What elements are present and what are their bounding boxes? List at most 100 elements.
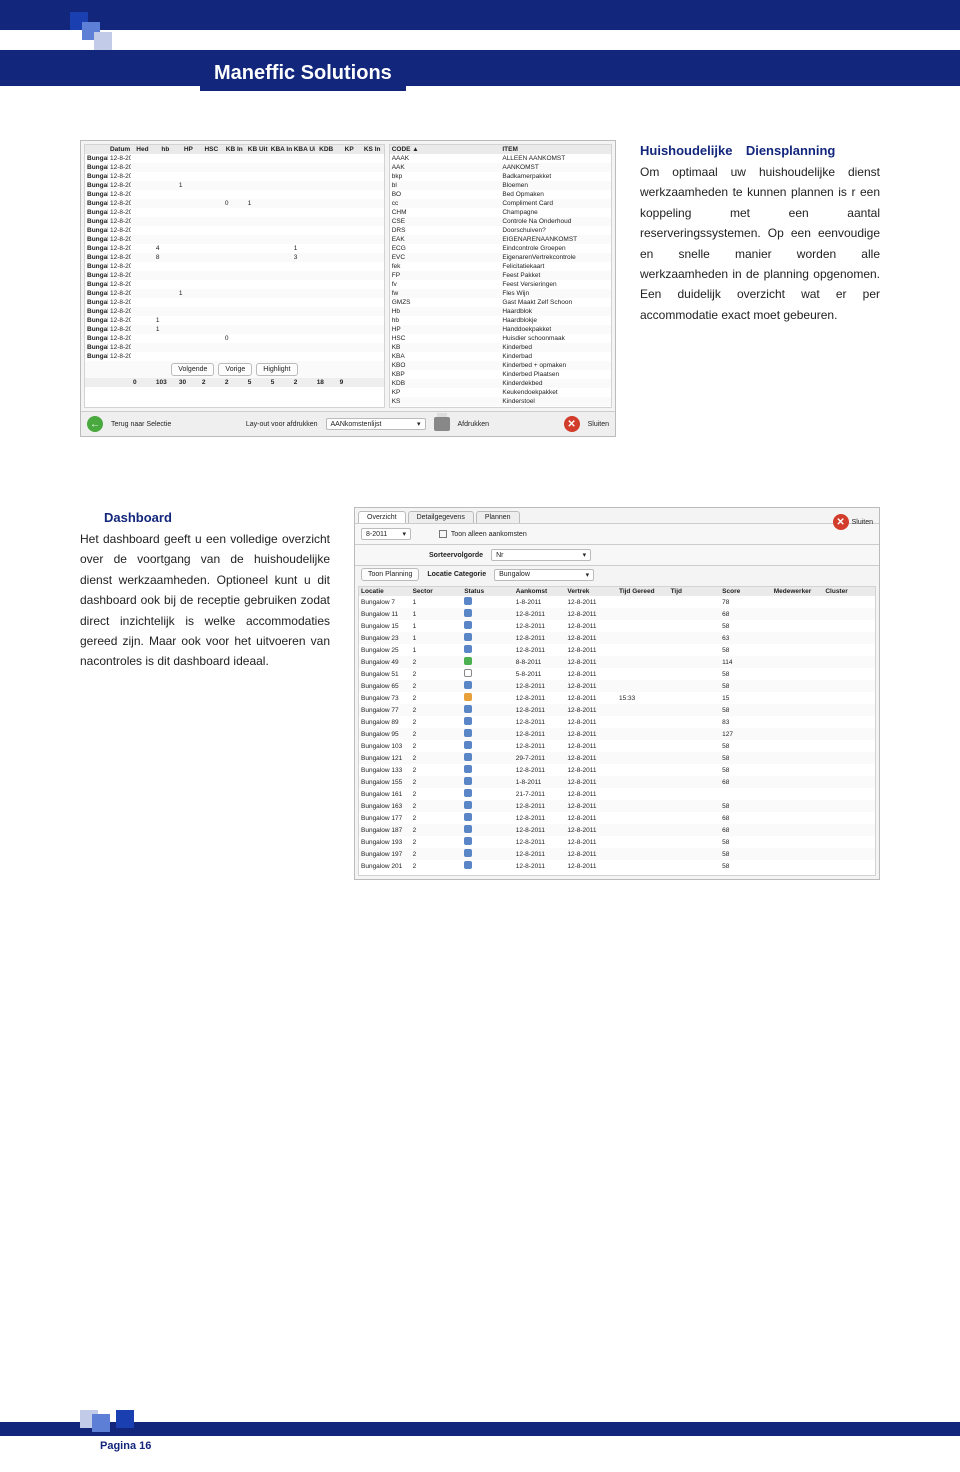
table-row[interactable]: Bungalow 8912-8-201141 [85, 244, 384, 253]
grid-column-header[interactable]: Hed [131, 145, 154, 154]
code-row[interactable]: GMZSGast Maakt Zelf Schoon [390, 298, 611, 307]
dashboard-row[interactable]: Bungalow 4928-8-201112-8-2011114 [359, 656, 875, 668]
dashboard-column-header[interactable]: Score [720, 587, 772, 596]
table-row[interactable]: Bungalow 7712-8-2011 [85, 235, 384, 244]
code-row[interactable]: AAKAANKOMST [390, 163, 611, 172]
dashboard-row[interactable]: Bungalow 161221-7-201112-8-2011 [359, 788, 875, 800]
table-row[interactable]: Bungalow 1512-8-2011 [85, 172, 384, 181]
grid-column-header[interactable]: KDB [315, 145, 338, 154]
code-row[interactable]: fwFles Wijn [390, 289, 611, 298]
code-row[interactable]: KPKeukendoekpakket [390, 388, 611, 397]
dashboard-close-label[interactable]: Sluiten [852, 519, 873, 526]
planning-left-grid[interactable]: DatumHedhbHPHSCKB InKB UitKBA InKBA UitK… [84, 144, 385, 408]
code-row[interactable]: KBPKinderbed Plaatsen [390, 370, 611, 379]
code-header[interactable]: CODE ▲ [390, 145, 501, 154]
dashboard-row[interactable]: Bungalow 11112-8-201112-8-201168 [359, 608, 875, 620]
table-row[interactable]: Bungalow 16112-8-2011 [85, 298, 384, 307]
table-row[interactable]: Bungalow 17712-8-20111 [85, 316, 384, 325]
dashboard-row[interactable]: Bungalow 25112-8-201112-8-201158 [359, 644, 875, 656]
code-row[interactable]: KSKinderstoel [390, 397, 611, 406]
table-row[interactable]: Bungalow 5112-8-2011 [85, 208, 384, 217]
code-row[interactable]: DRSDoorschuiven? [390, 226, 611, 235]
table-row[interactable]: Bungalow 10312-8-2011 [85, 262, 384, 271]
dashboard-column-header[interactable]: Vertrek [565, 587, 617, 596]
dashboard-row[interactable]: Bungalow 15112-8-201112-8-201158 [359, 620, 875, 632]
code-row[interactable]: ccCompliment Card [390, 199, 611, 208]
table-row[interactable]: Bungalow 7312-8-2011 [85, 226, 384, 235]
planning-code-grid[interactable]: CODE ▲ ITEM AAAKALLEEN AANKOMSTAAKAANKOM… [389, 144, 612, 408]
dashboard-column-header[interactable]: Tijd [669, 587, 721, 596]
table-row[interactable]: Bungalow 4912-8-201101 [85, 199, 384, 208]
code-row[interactable]: KDBKinderdekbed [390, 379, 611, 388]
back-icon[interactable]: ← [87, 416, 103, 432]
layout-dropdown[interactable]: AANkomstenlijst ▾ [326, 418, 426, 430]
printer-icon[interactable] [434, 417, 450, 431]
table-row[interactable]: Bungalow 6512-8-2011 [85, 217, 384, 226]
code-row[interactable]: BOBed Opmaken [390, 190, 611, 199]
dashboard-row[interactable]: Bungalow 103212-8-201112-8-201158 [359, 740, 875, 752]
code-row[interactable]: KBAKinderbad [390, 352, 611, 361]
close-icon[interactable]: ✕ [564, 416, 580, 432]
table-row[interactable]: Bungalow 19712-8-2011 [85, 343, 384, 352]
table-row[interactable]: Bungalow 18712-8-20111 [85, 325, 384, 334]
print-button-label[interactable]: Afdrukken [458, 421, 490, 428]
dashboard-column-header[interactable]: Sector [411, 587, 463, 596]
code-row[interactable]: HbHaardblok [390, 307, 611, 316]
table-row[interactable]: Bungalow 19312-8-20110 [85, 334, 384, 343]
code-row[interactable]: HPHanddoekpakket [390, 325, 611, 334]
dashboard-grid[interactable]: LocatieSectorStatusAankomstVertrekTijd G… [358, 586, 876, 876]
table-row[interactable]: Bungalow 12112-8-2011 [85, 271, 384, 280]
grid-column-header[interactable]: HSC [200, 145, 223, 154]
code-row[interactable]: FPFeest Pakket [390, 271, 611, 280]
code-row[interactable]: CHMChampagne [390, 208, 611, 217]
code-row[interactable]: EVCEigenarenVertrekcontrole [390, 253, 611, 262]
back-button-label[interactable]: Terug naar Selectie [111, 421, 171, 428]
dashboard-row[interactable]: Bungalow 89212-8-201112-8-201183 [359, 716, 875, 728]
grid-column-header[interactable] [85, 145, 108, 154]
dashboard-column-header[interactable]: Locatie [359, 587, 411, 596]
table-row[interactable]: Bungalow 2512-8-2011 [85, 190, 384, 199]
grid-column-header[interactable]: KB Uit [246, 145, 269, 154]
code-row[interactable]: KBKinderbed [390, 343, 611, 352]
dashboard-row[interactable]: Bungalow 197212-8-201112-8-201158 [359, 848, 875, 860]
tab-plannen[interactable]: Plannen [476, 511, 520, 523]
dashboard-row[interactable]: Bungalow 73212-8-201112-8-201115:3315 [359, 692, 875, 704]
grid-column-header[interactable]: Datum [108, 145, 131, 154]
dashboard-column-header[interactable]: Tijd Gereed [617, 587, 669, 596]
grid-nav-button[interactable]: Highlight [256, 363, 297, 376]
grid-nav-button[interactable]: Vorige [218, 363, 252, 376]
dashboard-row[interactable]: Bungalow 163212-8-201112-8-201158 [359, 800, 875, 812]
grid-column-header[interactable]: hb [154, 145, 177, 154]
dashboard-row[interactable]: Bungalow 15521-8-201112-8-201168 [359, 776, 875, 788]
checkbox-toon-alleen[interactable] [439, 530, 447, 538]
dashboard-row[interactable]: Bungalow 193212-8-201112-8-201158 [359, 836, 875, 848]
table-row[interactable]: Bungalow 16312-8-2011 [85, 307, 384, 316]
code-row[interactable]: CSEControle Na Onderhoud [390, 217, 611, 226]
dashboard-row[interactable]: Bungalow 711-8-201112-8-201178 [359, 596, 875, 608]
tab-detail[interactable]: Detailgegevens [408, 511, 474, 523]
dashboard-column-header[interactable]: Medewerker [772, 587, 824, 596]
dashboard-row[interactable]: Bungalow 121229-7-201112-8-201158 [359, 752, 875, 764]
grid-column-header[interactable]: KB In [223, 145, 246, 154]
sort-dropdown[interactable]: Nr ▾ [491, 549, 591, 561]
dashboard-column-header[interactable]: Cluster [823, 587, 875, 596]
table-row[interactable]: Bungalow 712-8-2011 [85, 154, 384, 163]
table-row[interactable]: Bungalow 2312-8-20111 [85, 181, 384, 190]
item-header[interactable]: ITEM [500, 145, 611, 154]
grid-column-header[interactable]: KP [338, 145, 361, 154]
code-row[interactable]: EAKEIGENARENAANKOMST [390, 235, 611, 244]
code-row[interactable]: bkpBadkamerpakket [390, 172, 611, 181]
toon-planning-button[interactable]: Toon Planning [361, 568, 419, 581]
code-row[interactable]: ECGEindcontrole Groepen [390, 244, 611, 253]
date-picker[interactable]: 8-2011 ▾ [361, 528, 411, 540]
dashboard-row[interactable]: Bungalow 5125-8-201112-8-201158 [359, 668, 875, 680]
close-button-label[interactable]: Sluiten [588, 421, 609, 428]
grid-column-header[interactable]: KBA Uit [292, 145, 315, 154]
grid-nav-button[interactable]: Volgende [171, 363, 214, 376]
dashboard-row[interactable]: Bungalow 23112-8-201112-8-201163 [359, 632, 875, 644]
tab-overzicht[interactable]: Overzicht [358, 511, 406, 523]
dashboard-column-header[interactable]: Aankomst [514, 587, 566, 596]
dashboard-column-header[interactable]: Status [462, 587, 514, 596]
code-row[interactable]: AAAKALLEEN AANKOMST [390, 154, 611, 163]
dashboard-row[interactable]: Bungalow 187212-8-201112-8-201168 [359, 824, 875, 836]
